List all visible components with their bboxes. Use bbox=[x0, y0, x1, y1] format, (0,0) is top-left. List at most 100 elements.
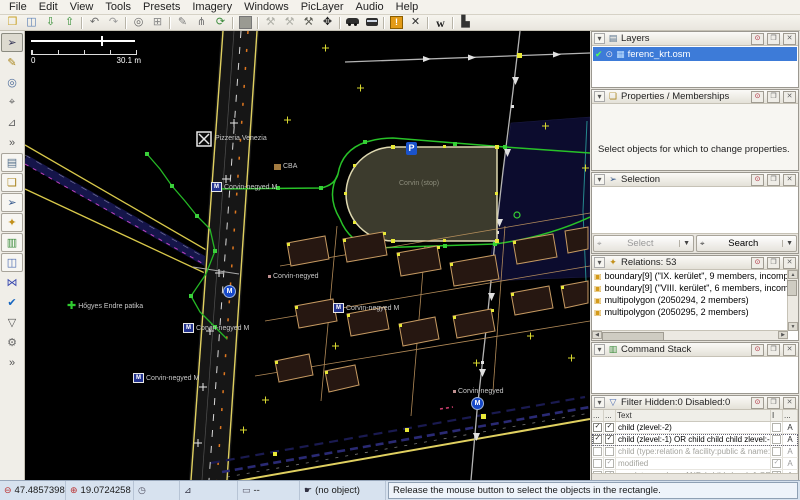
map-label-corvin-negyed-m[interactable]: MCorvin-negyed M bbox=[211, 182, 277, 192]
sticky-button[interactable]: ⊙ bbox=[751, 91, 764, 103]
detach-button[interactable]: ❐ bbox=[767, 91, 780, 103]
pan-button[interactable]: ✥ bbox=[318, 16, 337, 30]
menu-audio[interactable]: Audio bbox=[350, 0, 390, 14]
southeast-road[interactable] bbox=[211, 397, 590, 480]
settings-gear-button[interactable]: ⚙ bbox=[1, 333, 23, 352]
menu-file[interactable]: File bbox=[3, 0, 33, 14]
filter-checkbox[interactable] bbox=[593, 471, 602, 473]
filter-checkbox[interactable]: ✓ bbox=[772, 459, 781, 468]
map-label-corvin-negyed-m[interactable]: MCorvin-negyed M bbox=[333, 303, 399, 313]
filter-checkbox[interactable]: ✓ bbox=[605, 459, 614, 468]
map-icon-metro-circle[interactable]: M bbox=[223, 285, 236, 298]
draw-node-tool[interactable]: ✎ bbox=[1, 53, 23, 72]
warning-button[interactable]: ! bbox=[387, 16, 406, 30]
scroll-right-arrow[interactable]: ▶ bbox=[778, 331, 788, 339]
horizontal-scrollbar[interactable]: ◀ ▶ bbox=[592, 330, 788, 340]
scrollbar-thumb[interactable] bbox=[602, 332, 664, 340]
undo-button[interactable]: ↶ bbox=[85, 16, 104, 30]
close-button[interactable]: ✕ bbox=[783, 91, 796, 103]
collapse-icon[interactable]: ▾ bbox=[594, 257, 605, 268]
toggle-relations[interactable]: ✦ bbox=[1, 213, 23, 232]
filter-checkbox[interactable] bbox=[593, 459, 602, 468]
collapse-icon[interactable]: ▾ bbox=[594, 91, 605, 102]
draw-way-button[interactable]: ✎ bbox=[173, 16, 192, 30]
zoom-to-selection-button[interactable]: ◎ bbox=[129, 16, 148, 30]
imagery-button[interactable] bbox=[236, 16, 255, 30]
bus-routing-button[interactable] bbox=[362, 16, 381, 30]
filter-column-header[interactable]: ... bbox=[604, 410, 616, 421]
filter-row[interactable]: ✓modified✓A bbox=[592, 458, 798, 470]
download-button[interactable]: ⇩ bbox=[41, 16, 60, 30]
preferences-button[interactable]: ⊞ bbox=[148, 16, 167, 30]
menu-edit[interactable]: Edit bbox=[33, 0, 64, 14]
collapse-icon[interactable]: ▾ bbox=[594, 33, 605, 44]
sticky-button[interactable]: ⊙ bbox=[751, 33, 764, 45]
detach-button[interactable]: ❐ bbox=[767, 344, 780, 356]
map-label-cba[interactable]: CBA bbox=[274, 163, 297, 170]
sticky-button[interactable]: ⊙ bbox=[751, 257, 764, 269]
map-svg[interactable] bbox=[25, 31, 590, 480]
select-tool[interactable]: ➢ bbox=[1, 33, 23, 52]
relation-row[interactable]: ▣multipolygon (2050295, 2 members) bbox=[592, 306, 788, 318]
detach-button[interactable]: ❐ bbox=[767, 257, 780, 269]
merge-tool-3[interactable]: ⚒ bbox=[299, 16, 318, 30]
map-label-corvin-negyed[interactable]: Corvin-negyed bbox=[268, 273, 319, 280]
map-label-corvin-negyed-m[interactable]: MCorvin-negyed M bbox=[133, 373, 199, 383]
menu-windows[interactable]: Windows bbox=[238, 0, 295, 14]
detach-button[interactable]: ❐ bbox=[767, 174, 780, 186]
tram-street[interactable] bbox=[25, 145, 222, 281]
filter-checkbox[interactable] bbox=[772, 447, 781, 456]
merge-tool-1[interactable]: ⚒ bbox=[261, 16, 280, 30]
toggle-commandstack[interactable]: ▥ bbox=[1, 233, 23, 252]
relation-row[interactable]: ▣multipolygon (2050294, 2 members) bbox=[592, 294, 788, 306]
validator-button[interactable]: ⋈ bbox=[1, 273, 23, 292]
corvin-stop-building[interactable] bbox=[344, 145, 499, 243]
menu-presets[interactable]: Presets bbox=[137, 0, 186, 14]
collapse-icon[interactable]: ▾ bbox=[594, 397, 605, 408]
filter-checkbox[interactable] bbox=[605, 447, 614, 456]
filter-row[interactable]: ✓✓child (zlevel:-2)A bbox=[592, 422, 798, 434]
filter-checkbox[interactable]: ✓ bbox=[605, 423, 614, 432]
map-label-corvin-negyed-m[interactable]: MCorvin-negyed M bbox=[183, 323, 249, 333]
chart-button[interactable]: ▙ bbox=[456, 16, 475, 30]
open-button[interactable]: ❒ bbox=[3, 16, 22, 30]
filter-column-header[interactable]: ... bbox=[783, 410, 798, 421]
sticky-button[interactable]: ⊙ bbox=[751, 397, 764, 409]
upload-button[interactable]: ⇧ bbox=[60, 16, 79, 30]
save-button[interactable]: ◫ bbox=[22, 16, 41, 30]
more-buttons[interactable]: » bbox=[1, 353, 23, 372]
map-label-corvin-negyed[interactable]: Corvin-negyed bbox=[453, 388, 504, 395]
toggle-layers[interactable]: ▤ bbox=[1, 153, 23, 172]
wikipedia-button[interactable]: w bbox=[431, 16, 450, 30]
redo-button[interactable]: ↷ bbox=[104, 16, 123, 30]
more-tools[interactable]: » bbox=[1, 133, 23, 152]
filter-checkbox[interactable]: ✓ bbox=[605, 435, 614, 444]
car-routing-button[interactable] bbox=[343, 16, 362, 30]
filter-row[interactable]: ✓✓child (zlevel:-1) OR child child child… bbox=[592, 434, 798, 446]
close-button[interactable]: ✕ bbox=[783, 33, 796, 45]
close-button[interactable]: ✕ bbox=[783, 257, 796, 269]
detach-button[interactable]: ❐ bbox=[767, 33, 780, 45]
menu-view[interactable]: View bbox=[64, 0, 100, 14]
menu-tools[interactable]: Tools bbox=[99, 0, 137, 14]
filter-checkbox[interactable]: ✓ bbox=[605, 471, 614, 473]
toggle-selection[interactable]: ➢ bbox=[1, 193, 23, 212]
filter-checkbox[interactable]: ✓ bbox=[772, 471, 781, 473]
map-icon-parking[interactable]: P bbox=[406, 142, 417, 155]
filter-funnel-button[interactable]: ▽ bbox=[1, 313, 23, 332]
close-button[interactable]: ✕ bbox=[783, 397, 796, 409]
selection-list[interactable] bbox=[592, 187, 798, 233]
selected-node-marker[interactable] bbox=[197, 132, 211, 146]
filter-checkbox[interactable] bbox=[772, 423, 781, 432]
filter-checkbox[interactable]: ✓ bbox=[593, 423, 602, 432]
zoom-tool[interactable]: ◎ bbox=[1, 73, 23, 92]
filter-row[interactable]: child (type:relation & facility:public &… bbox=[592, 446, 798, 458]
layer-row[interactable]: ✔ ⊙ ▦ ferenc_krt.osm bbox=[593, 47, 797, 61]
sticky-button[interactable]: ⊙ bbox=[751, 174, 764, 186]
filter-checkbox[interactable] bbox=[593, 447, 602, 456]
dropdown-arrow-icon[interactable]: ▼ bbox=[782, 240, 793, 247]
close-button[interactable]: ✕ bbox=[783, 344, 796, 356]
delete-button[interactable]: ✕ bbox=[406, 16, 425, 30]
filter-checkbox[interactable]: ✓ bbox=[593, 435, 602, 444]
scroll-down-arrow[interactable]: ▼ bbox=[788, 322, 798, 331]
